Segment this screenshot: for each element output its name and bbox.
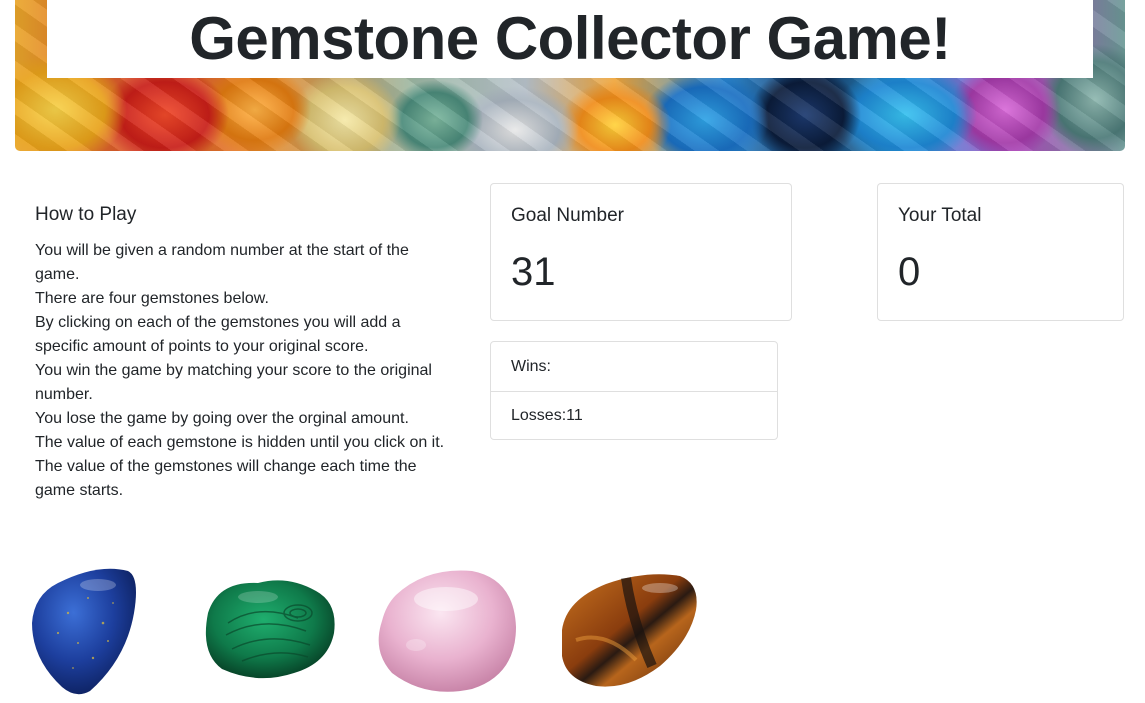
instruction-line: You will be given a random number at the… xyxy=(35,242,409,283)
instruction-line: The value of each gemstone is hidden unt… xyxy=(35,434,445,451)
instruction-line: You win the game by matching your score … xyxy=(35,362,432,403)
instruction-line: There are four gemstones below. xyxy=(35,290,269,307)
title-box: Gemstone Collector Game! xyxy=(47,0,1093,78)
instruction-line: The value of the gemstones will change e… xyxy=(35,458,417,499)
lapis-lazuli-gem[interactable] xyxy=(28,563,140,697)
how-to-play-section: How to Play You will be given a random n… xyxy=(35,203,445,503)
game-page: Gemstone Collector Game! How to Play You… xyxy=(0,0,1145,703)
score-record-list: Wins: Losses:11 xyxy=(490,341,778,440)
goal-number-value: 31 xyxy=(511,250,556,294)
instruction-line: By clicking on each of the gemstones you… xyxy=(35,314,401,355)
tigers-eye-gem[interactable] xyxy=(556,570,700,692)
how-to-play-heading: How to Play xyxy=(35,204,137,225)
malachite-gem[interactable] xyxy=(198,573,340,683)
wins-counter: Wins: xyxy=(511,357,551,375)
your-total-label: Your Total xyxy=(898,205,982,226)
losses-counter: Losses:11 xyxy=(491,391,777,440)
rose-quartz-gem[interactable] xyxy=(376,565,520,695)
goal-number-card: Goal Number 31 xyxy=(490,183,792,321)
goal-number-label: Goal Number xyxy=(511,205,624,226)
your-total-card: Your Total 0 xyxy=(877,183,1124,321)
page-title: Gemstone Collector Game! xyxy=(189,5,951,72)
your-total-value: 0 xyxy=(898,250,921,294)
instructions-text: You will be given a random number at the… xyxy=(35,239,445,503)
instruction-line: You lose the game by going over the orgi… xyxy=(35,410,409,427)
